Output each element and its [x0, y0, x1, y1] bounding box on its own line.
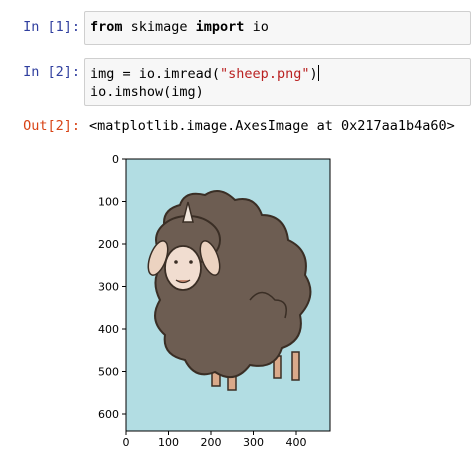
x-tick-label: 100 — [158, 436, 179, 449]
y-tick-label: 600 — [98, 408, 119, 421]
y-tick-label: 0 — [112, 153, 119, 166]
x-tick-label: 300 — [243, 436, 264, 449]
y-tick-label: 300 — [98, 281, 119, 294]
sheep-right-eye — [189, 260, 193, 264]
sheep-left-eye — [174, 260, 178, 264]
imshow-plot: 0 100 200 300 400 0 100 200 300 400 500 600 — [98, 153, 331, 449]
sheep-face — [164, 245, 202, 291]
y-tick-label: 200 — [98, 238, 119, 251]
sheep-leg-4 — [291, 351, 300, 381]
y-tick-label: 500 — [98, 366, 119, 379]
x-tick-label: 0 — [123, 436, 130, 449]
y-tick-label: 400 — [98, 323, 119, 336]
y-tick-label: 100 — [98, 196, 119, 209]
x-tick-label: 400 — [286, 436, 307, 449]
x-tick-label: 200 — [201, 436, 222, 449]
